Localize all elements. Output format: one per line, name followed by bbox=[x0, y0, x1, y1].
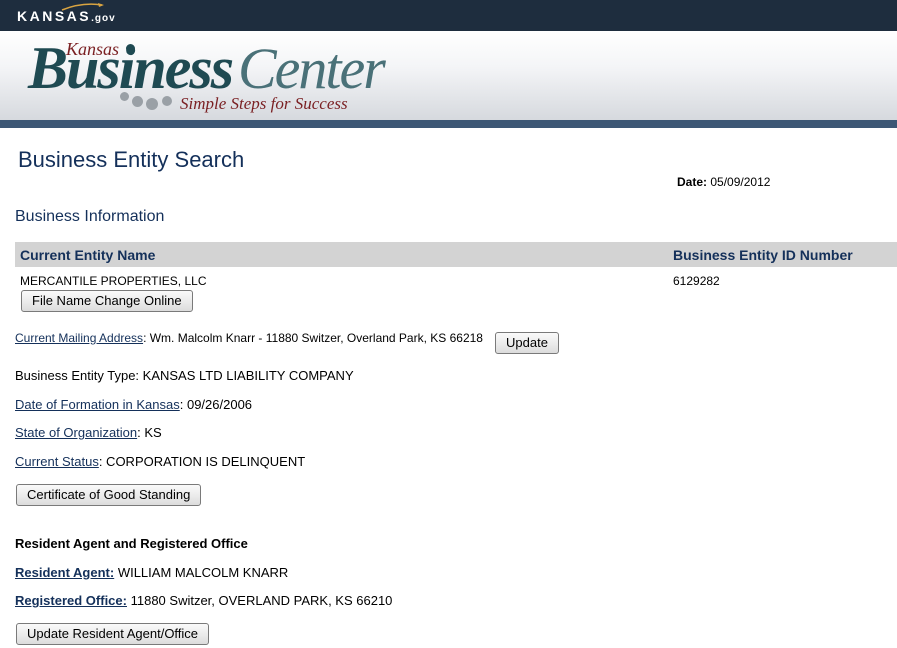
bubble-decor bbox=[120, 92, 129, 101]
mailing-address-row: Current Mailing Address: Wm. Malcolm Kna… bbox=[15, 331, 483, 345]
bubble-decor bbox=[132, 96, 143, 107]
resident-agent-row: Resident Agent: WILLIAM MALCOLM KNARR bbox=[15, 565, 288, 580]
update-address-button[interactable]: Update bbox=[495, 332, 559, 354]
kansas-gov-logo[interactable]: KANSAS.gov bbox=[17, 8, 116, 24]
formation-date-value: : 09/26/2006 bbox=[179, 397, 253, 412]
resident-agent-value: WILLIAM MALCOLM KNARR bbox=[114, 565, 289, 580]
mailing-address-value: : Wm. Malcolm Knarr - 11880 Switzer, Ove… bbox=[143, 331, 483, 345]
kansas-logo-text: KANSAS bbox=[17, 8, 92, 24]
banner-center-text: Center bbox=[238, 36, 386, 101]
entity-id: 6129282 bbox=[673, 274, 720, 288]
kansas-logo-suffix: .gov bbox=[91, 13, 116, 24]
state-of-organization-link[interactable]: State of Organization bbox=[15, 425, 137, 440]
entity-type-value: KANSAS LTD LIABILITY COMPANY bbox=[139, 368, 354, 383]
page-title: Business Entity Search bbox=[18, 147, 245, 172]
registered-office-link[interactable]: Registered Office: bbox=[15, 593, 127, 608]
date-label: Date: bbox=[677, 175, 708, 189]
col-entity-name: Current Entity Name bbox=[20, 247, 156, 263]
registered-office-row: Registered Office: 11880 Switzer, OVERLA… bbox=[15, 593, 392, 608]
formation-date-link[interactable]: Date of Formation in Kansas bbox=[15, 397, 180, 412]
current-status-link[interactable]: Current Status bbox=[15, 454, 99, 469]
state-value: : KS bbox=[137, 425, 162, 440]
entity-type-row: Business Entity Type: KANSAS LTD LIABILI… bbox=[15, 368, 354, 383]
entity-name: MERCANTILE PROPERTIES, LLC bbox=[20, 274, 207, 288]
update-resident-agent-button[interactable]: Update Resident Agent/Office bbox=[16, 623, 210, 645]
table-header: Current Entity Name Business Entity ID N… bbox=[15, 242, 897, 267]
status-value: : CORPORATION IS DELINQUENT bbox=[98, 454, 306, 469]
formation-row: Date of Formation in Kansas: 09/26/2006 bbox=[15, 397, 252, 412]
banner-tagline: Simple Steps for Success bbox=[180, 94, 348, 113]
resident-agent-link[interactable]: Resident Agent: bbox=[15, 565, 114, 580]
bubble-decor bbox=[162, 96, 172, 106]
file-name-change-button[interactable]: File Name Change Online bbox=[21, 290, 193, 312]
section-title: Business Information bbox=[15, 208, 165, 225]
state-row: State of Organization: KS bbox=[15, 425, 162, 440]
banner-dot bbox=[126, 44, 135, 53]
date-line: Date: 05/09/2012 bbox=[677, 175, 770, 189]
top-bar: KANSAS.gov bbox=[0, 0, 897, 31]
mailing-address-link[interactable]: Current Mailing Address bbox=[15, 331, 143, 345]
date-value: 05/09/2012 bbox=[710, 175, 771, 189]
resident-agent-heading: Resident Agent and Registered Office bbox=[15, 536, 248, 551]
registered-office-value: 11880 Switzer, OVERLAND PARK, KS 66210 bbox=[126, 593, 393, 608]
certificate-good-standing-button[interactable]: Certificate of Good Standing bbox=[16, 484, 202, 506]
status-row: Current Status: CORPORATION IS DELINQUEN… bbox=[15, 454, 305, 469]
banner-rule bbox=[0, 120, 897, 128]
col-entity-id: Business Entity ID Number bbox=[673, 247, 853, 263]
bubble-decor bbox=[146, 98, 158, 110]
banner-kansas-text: Kansas bbox=[66, 39, 120, 59]
entity-type-label: Business Entity Type: bbox=[15, 368, 140, 383]
